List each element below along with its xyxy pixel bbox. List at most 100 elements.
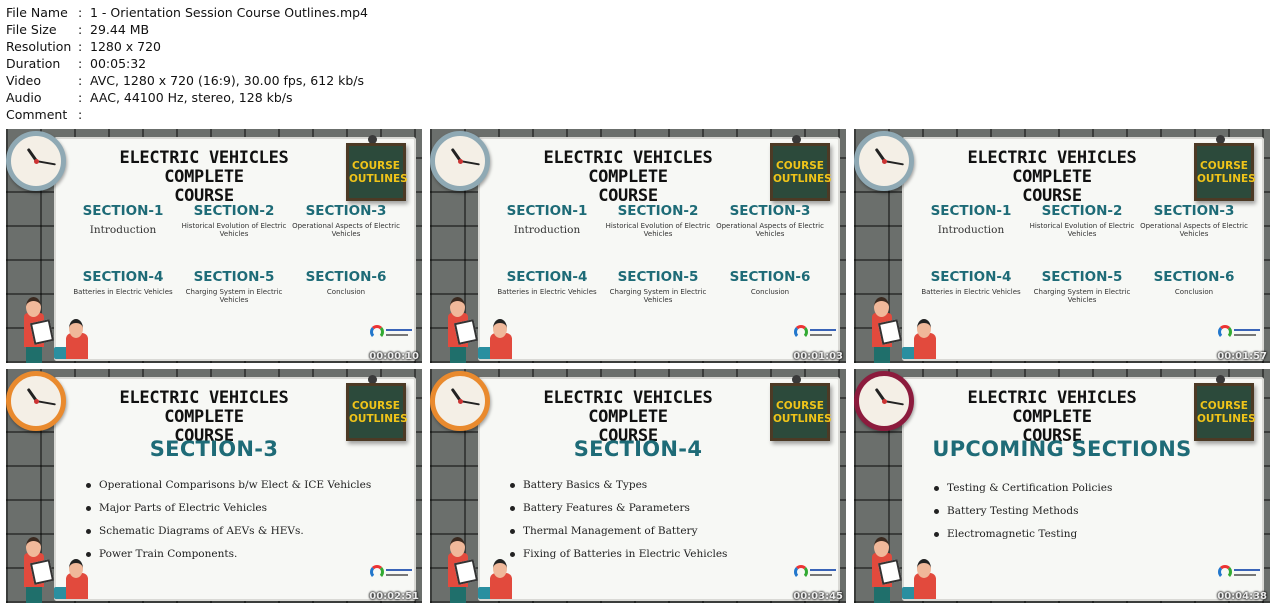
meta-key: Comment bbox=[6, 107, 68, 122]
bullet-list: Battery Basics & Types Battery Features &… bbox=[510, 474, 727, 566]
slide-section-heading: SECTION-4 bbox=[573, 437, 703, 461]
bullet-list: Operational Comparisons b/w Elect & ICE … bbox=[86, 474, 371, 566]
badge-line: COURSE bbox=[352, 160, 400, 172]
section-heading: SECTION-4 bbox=[82, 269, 164, 285]
section-heading: SECTION-3 bbox=[729, 203, 811, 219]
section-description: Introduction bbox=[937, 224, 1005, 236]
section-card: SECTION-5 Charging System in Electric Veh… bbox=[603, 269, 713, 304]
bullet-item: Operational Comparisons b/w Elect & ICE … bbox=[86, 474, 371, 497]
meta-key: File Name bbox=[6, 5, 68, 20]
section-heading: SECTION-3 bbox=[1153, 203, 1235, 219]
meta-row-duration: Duration:00:05:32 bbox=[6, 56, 147, 71]
course-outlines-badge: COURSE OUTLINES bbox=[770, 143, 832, 201]
section-heading: SECTION-2 bbox=[617, 203, 699, 219]
wall-clock-icon bbox=[6, 131, 66, 191]
section-description: Operational Aspects of Electric Vehicles bbox=[716, 222, 824, 238]
course-outlines-badge: COURSE OUTLINES bbox=[346, 143, 408, 201]
wall-clock-icon bbox=[430, 371, 490, 431]
course-outlines-badge: COURSE OUTLINES bbox=[770, 383, 832, 441]
section-card: SECTION-2 Historical Evolution of Electri… bbox=[1027, 203, 1137, 238]
badge-line: COURSE bbox=[1200, 160, 1248, 172]
section-heading: SECTION-1 bbox=[930, 203, 1012, 219]
video-thumbnail[interactable]: ELECTRIC VEHICLES COMPLETE COURSE COURSE OU… bbox=[430, 129, 846, 363]
section-heading: SECTION-6 bbox=[1153, 269, 1235, 285]
meta-key: Audio bbox=[6, 90, 42, 105]
bullet-item: Power Train Components. bbox=[86, 543, 371, 566]
slide-title: ELECTRIC VEHICLES COMPLETE COURSE bbox=[932, 149, 1172, 206]
section-heading: SECTION-4 bbox=[506, 269, 588, 285]
wall-clock-icon bbox=[854, 131, 914, 191]
company-logo-icon bbox=[794, 565, 836, 581]
badge-line: COURSE bbox=[776, 160, 824, 172]
video-thumbnail[interactable]: ELECTRIC VEHICLES COMPLETE COURSE COURSE OU… bbox=[6, 129, 422, 363]
company-logo-icon bbox=[370, 325, 412, 341]
section-card: SECTION-6 Conclusion bbox=[715, 269, 825, 296]
bullet-item: Testing & Certification Policies bbox=[934, 477, 1112, 500]
people-illustration bbox=[6, 289, 116, 363]
video-thumbnail[interactable]: ELECTRIC VEHICLES COMPLETE COURSE COURSE OU… bbox=[854, 369, 1270, 603]
meta-row-file-name: File Name:1 - Orientation Session Course… bbox=[6, 5, 369, 20]
timestamp-label: 00:01:03 bbox=[793, 351, 843, 362]
timestamp-label: 00:03:45 bbox=[793, 591, 843, 602]
slide-title-line: ELECTRIC VEHICLES COMPLETE bbox=[967, 388, 1137, 427]
company-logo-icon bbox=[1218, 325, 1260, 341]
section-card: SECTION-3 Operational Aspects of Electric… bbox=[291, 203, 401, 238]
section-description: Introduction bbox=[89, 224, 157, 236]
bullet-item: Battery Testing Methods bbox=[934, 500, 1112, 523]
meta-key: Video bbox=[6, 73, 42, 88]
badge-line: OUTLINES bbox=[1197, 173, 1256, 185]
course-outlines-badge: COURSE OUTLINES bbox=[1194, 143, 1256, 201]
people-illustration bbox=[430, 289, 540, 363]
slide-title-line: ELECTRIC VEHICLES COMPLETE bbox=[543, 148, 713, 187]
slide-title: ELECTRIC VEHICLES COMPLETE COURSE bbox=[508, 149, 748, 206]
meta-key: Duration bbox=[6, 56, 61, 71]
meta-key: File Size bbox=[6, 22, 57, 37]
video-thumbnail[interactable]: ELECTRIC VEHICLES COMPLETE COURSE COURSE OU… bbox=[854, 129, 1270, 363]
section-heading: SECTION-5 bbox=[617, 269, 699, 285]
section-card: SECTION-1 Introduction bbox=[916, 203, 1026, 236]
section-heading: SECTION-2 bbox=[1041, 203, 1123, 219]
section-card: SECTION-3 Operational Aspects of Electric… bbox=[1139, 203, 1249, 238]
section-heading: SECTION-6 bbox=[729, 269, 811, 285]
section-description: Historical Evolution of Electric Vehicle… bbox=[181, 222, 287, 238]
section-heading: SECTION-1 bbox=[506, 203, 588, 219]
meta-row-audio: Audio: AAC, 44100 Hz, stereo, 128 kb/s bbox=[6, 90, 293, 105]
video-thumbnail[interactable]: ELECTRIC VEHICLES COMPLETE COURSE COURSE OU… bbox=[430, 369, 846, 603]
bullet-item: Fixing of Batteries in Electric Vehicles bbox=[510, 543, 727, 566]
meta-value: 1280 x 720 bbox=[90, 39, 162, 54]
wall-clock-icon bbox=[854, 371, 914, 431]
section-description: Conclusion bbox=[750, 288, 790, 296]
section-description: Charging System in Electric Vehicles bbox=[609, 288, 707, 304]
slide-title: ELECTRIC VEHICLES COMPLETE COURSE bbox=[84, 149, 324, 206]
meta-row-comment: Comment: bbox=[6, 107, 83, 122]
section-description: Charging System in Electric Vehicles bbox=[1033, 288, 1131, 304]
section-heading: SECTION-5 bbox=[193, 269, 275, 285]
section-heading: SECTION-5 bbox=[1041, 269, 1123, 285]
badge-line: COURSE bbox=[1200, 400, 1248, 412]
meta-row-video: Video: AVC, 1280 x 720 (16:9), 30.00 fps,… bbox=[6, 73, 365, 88]
slide-section-heading: UPCOMING SECTIONS bbox=[932, 437, 1192, 461]
timestamp-label: 00:02:51 bbox=[369, 591, 419, 602]
file-metadata: File Name:1 - Orientation Session Course… bbox=[6, 4, 368, 123]
meta-value: 00:05:32 bbox=[90, 56, 147, 71]
section-heading: SECTION-4 bbox=[930, 269, 1012, 285]
slide-section-heading: SECTION-3 bbox=[149, 437, 279, 461]
company-logo-icon bbox=[370, 565, 412, 581]
video-thumbnail[interactable]: ELECTRIC VEHICLES COMPLETE COURSE COURSE OU… bbox=[6, 369, 422, 603]
slide-title-line: ELECTRIC VEHICLES COMPLETE bbox=[119, 148, 289, 187]
wall-clock-icon bbox=[430, 131, 490, 191]
section-heading: SECTION-3 bbox=[305, 203, 387, 219]
meta-value: AVC, 1280 x 720 (16:9), 30.00 fps, 612 k… bbox=[90, 73, 365, 88]
section-heading: SECTION-6 bbox=[305, 269, 387, 285]
section-description: Operational Aspects of Electric Vehicles bbox=[292, 222, 400, 238]
badge-line: COURSE bbox=[352, 400, 400, 412]
section-heading: SECTION-2 bbox=[193, 203, 275, 219]
people-illustration bbox=[854, 529, 964, 603]
people-illustration bbox=[6, 529, 116, 603]
bullet-item: Schematic Diagrams of AEVs & HEVs. bbox=[86, 520, 371, 543]
slide-title-line: ELECTRIC VEHICLES COMPLETE bbox=[543, 388, 713, 427]
course-outlines-badge: COURSE OUTLINES bbox=[1194, 383, 1256, 441]
section-description: Historical Evolution of Electric Vehicle… bbox=[605, 222, 711, 238]
timestamp-label: 00:01:57 bbox=[1217, 351, 1267, 362]
meta-value: 29.44 MB bbox=[90, 22, 150, 37]
